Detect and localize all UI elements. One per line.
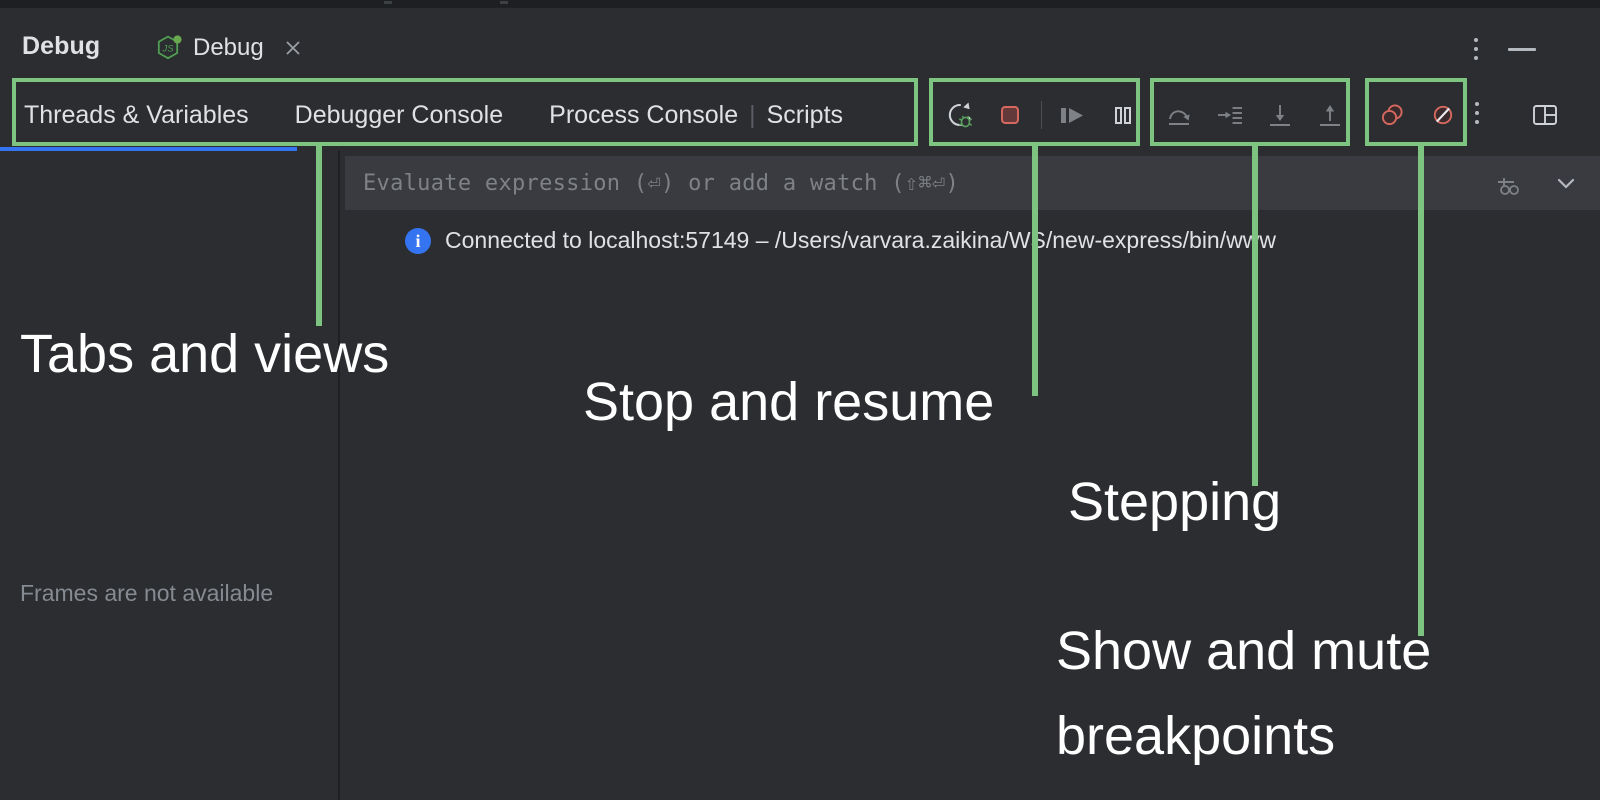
active-tab-underline	[0, 147, 297, 151]
chevron-down-icon[interactable]	[1538, 161, 1594, 205]
pause-icon[interactable]	[1098, 93, 1148, 137]
info-icon-glyph: i	[415, 230, 421, 251]
annotation-line-stepping	[1252, 146, 1258, 486]
stop-icon[interactable]	[985, 93, 1035, 137]
console-message-row: i Connected to localhost:57149 – /Users/…	[405, 227, 1276, 254]
window-top-strip	[0, 0, 1600, 8]
toolbar-more-icon[interactable]	[1462, 102, 1492, 128]
toolbar-divider	[1041, 101, 1042, 129]
header-more-icon[interactable]	[1468, 38, 1484, 62]
evaluate-actions	[1482, 156, 1594, 210]
step-out-icon[interactable]	[1305, 93, 1355, 137]
toolbar-group-stepping	[1155, 84, 1355, 146]
rerun-debug-icon[interactable]	[935, 93, 985, 137]
force-step-into-icon[interactable]	[1255, 93, 1305, 137]
run-configuration-tab[interactable]: JS Debug	[140, 16, 365, 80]
annotation-label-show-mute-1: Show and mute	[1056, 621, 1432, 681]
annotation-line-breakpoints	[1418, 146, 1424, 636]
annotation-label-tabs-and-views: Tabs and views	[20, 324, 390, 384]
evaluate-expression-bar[interactable]: Evaluate expression (⏎) or add a watch (…	[345, 156, 1600, 210]
frames-empty-message: Frames are not available	[20, 580, 274, 606]
info-icon: i	[405, 227, 431, 254]
resume-icon[interactable]	[1048, 93, 1098, 137]
frames-panel: Frames are not available	[0, 151, 338, 800]
mute-breakpoints-icon[interactable]	[1418, 93, 1468, 137]
toolbar-group-breakpoints	[1368, 84, 1468, 146]
debug-tool-window: Debug JS Debug Threads & Variables Debug…	[0, 0, 1600, 800]
close-icon[interactable]	[282, 37, 304, 59]
annotation-label-stop-and-resume: Stop and resume	[583, 372, 995, 432]
annotation-line-stop-resume	[1032, 146, 1038, 396]
annotation-label-stepping: Stepping	[1068, 472, 1282, 532]
page-title: Debug	[22, 32, 101, 60]
view-breakpoints-icon[interactable]	[1368, 93, 1418, 137]
toolbar-group-stop-resume	[935, 84, 1148, 146]
tab-process-console-label[interactable]: Process Console	[549, 101, 738, 129]
debugger-tab-bar: Threads & Variables Debugger Console Pro…	[10, 84, 843, 146]
tab-scripts-label[interactable]: Scripts	[767, 101, 843, 129]
header-minimize-icon[interactable]	[1508, 48, 1536, 51]
console-message: Connected to localhost:57149 – /Users/va…	[445, 227, 1276, 253]
run-tab-active-underline	[168, 78, 365, 81]
tab-separator: |	[749, 100, 756, 129]
run-tab-label: Debug	[193, 34, 264, 61]
annotation-line-tabs	[316, 146, 322, 326]
debugger-toolbar: Threads & Variables Debugger Console Pro…	[0, 84, 1600, 146]
step-over-icon[interactable]	[1155, 93, 1205, 137]
evaluate-input-placeholder[interactable]: Evaluate expression (⏎) or add a watch (…	[363, 171, 959, 196]
tool-window-header: Debug JS Debug	[0, 8, 1600, 81]
svg-text:JS: JS	[161, 44, 174, 55]
layout-settings-icon[interactable]	[1520, 93, 1570, 137]
tab-threads-and-variables[interactable]: Threads & Variables	[24, 101, 249, 130]
tab-process-console-scripts[interactable]: Process Console | Scripts	[549, 101, 843, 130]
nodejs-icon: JS	[156, 34, 182, 62]
toolbar-right-icons	[1462, 84, 1570, 146]
step-into-icon[interactable]	[1205, 93, 1255, 137]
add-watch-icon[interactable]	[1482, 161, 1538, 205]
annotation-label-show-mute-2: breakpoints	[1056, 706, 1336, 766]
variables-panel: Evaluate expression (⏎) or add a watch (…	[340, 151, 1600, 800]
tab-debugger-console[interactable]: Debugger Console	[295, 101, 503, 130]
